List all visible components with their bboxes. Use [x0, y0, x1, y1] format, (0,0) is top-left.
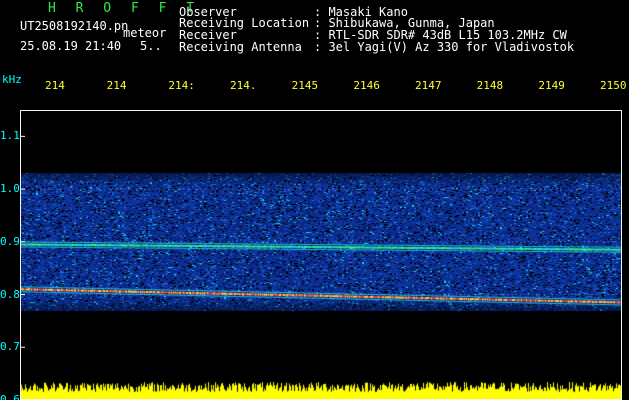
time-tick-label: 214. — [230, 79, 257, 92]
spectrogram-plot — [20, 110, 622, 400]
antenna-label: Receiving Antenna — [179, 40, 302, 54]
time-tick-label: 2147 — [415, 79, 442, 92]
time-tick-label: 214 — [45, 79, 65, 92]
meteor-label: meteor — [123, 26, 167, 40]
frequency-tick-label: 0.7 — [0, 340, 20, 354]
meteor-count: 5.. — [140, 39, 162, 53]
frequency-tick-label: 0.8 — [0, 287, 20, 301]
frequency-tick-label: 0.6 — [0, 393, 20, 400]
frequency-tick-label: 1.1 — [0, 129, 20, 143]
hrofft-logo: H R O F F T — [48, 1, 201, 16]
time-tick-label: 2146 — [353, 79, 380, 92]
time-tick-label: 2150 — [600, 79, 627, 92]
date-time: 25.08.19 21:40 — [20, 39, 122, 53]
frequency-tick-label: 1.0 — [0, 182, 20, 196]
time-tick-label: 2145 — [291, 79, 319, 92]
plot-frame — [20, 110, 622, 400]
y-axis-unit: kHz — [2, 73, 22, 86]
hrofft-spectrogram-window: H R O F F T UT2508192140.pn meteor 25.08… — [0, 0, 629, 400]
antenna-value: : 3el Yagi(V) Az 330 for Vladivostok — [314, 40, 575, 54]
spectrogram-overlay — [20, 110, 622, 400]
time-tick-label: 214 — [106, 79, 127, 92]
time-tick-label: 214: — [168, 79, 195, 92]
frequency-tick-label: 0.9 — [0, 234, 20, 248]
time-tick-label: 2148 — [476, 79, 504, 92]
time-tick-label: 2149 — [538, 79, 565, 92]
file-name: UT2508192140.pn — [20, 19, 129, 33]
